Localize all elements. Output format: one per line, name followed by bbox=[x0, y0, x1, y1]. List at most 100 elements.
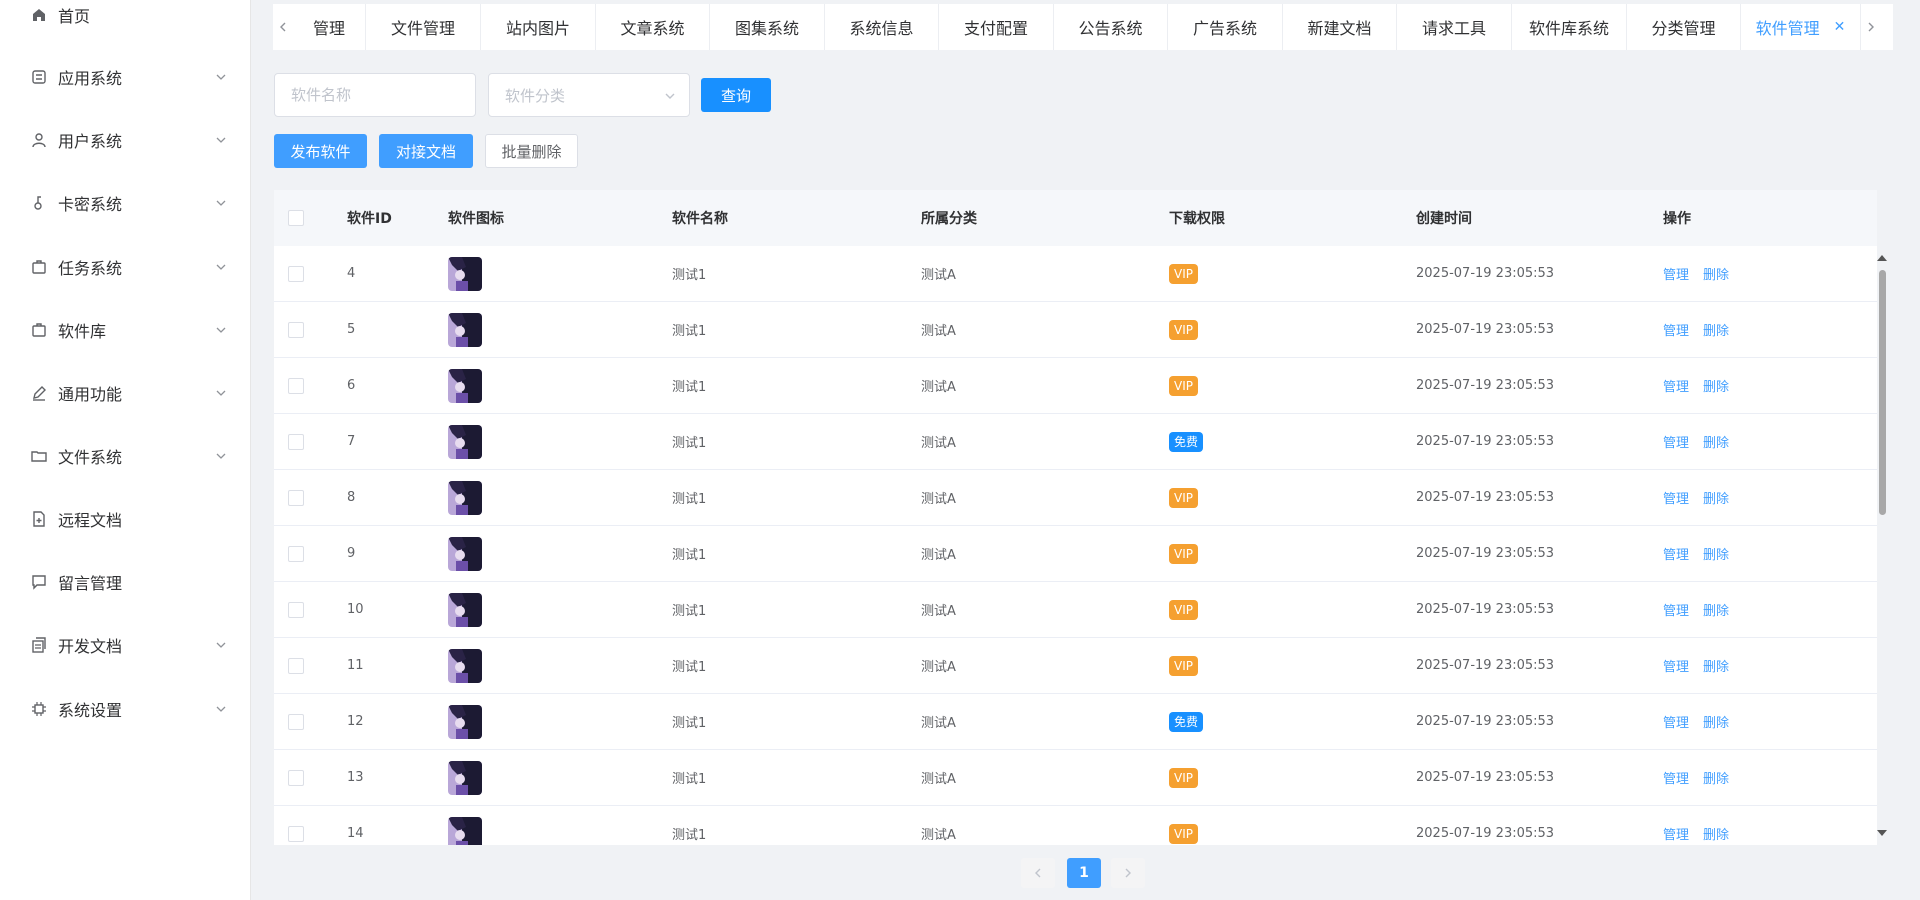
column-header: 下载权限 bbox=[1169, 211, 1225, 227]
scroll-down-icon[interactable] bbox=[1877, 830, 1887, 836]
row-checkbox[interactable] bbox=[288, 713, 304, 730]
table-scrollbar[interactable] bbox=[1876, 250, 1887, 842]
delete-link[interactable]: 删除 bbox=[1703, 824, 1729, 843]
sidebar-item-9[interactable]: 留言管理 bbox=[0, 560, 251, 604]
tab-0[interactable]: 管理 bbox=[293, 4, 366, 50]
manage-link[interactable]: 管理 bbox=[1663, 768, 1689, 787]
row-checkbox[interactable] bbox=[288, 769, 304, 786]
scrollbar-thumb[interactable] bbox=[1879, 270, 1886, 515]
permission-badge: VIP bbox=[1169, 599, 1198, 620]
software-name-input[interactable] bbox=[274, 73, 476, 117]
permission-badge: VIP bbox=[1169, 767, 1198, 788]
sidebar-item-7[interactable]: 文件系统 bbox=[0, 434, 251, 478]
delete-link[interactable]: 删除 bbox=[1703, 488, 1729, 507]
manage-link[interactable]: 管理 bbox=[1663, 712, 1689, 731]
tab-1[interactable]: 文件管理 bbox=[366, 4, 481, 50]
publish-software-button[interactable]: 发布软件 bbox=[274, 134, 367, 168]
sidebar-item-11[interactable]: 系统设置 bbox=[0, 687, 251, 731]
row-checkbox[interactable] bbox=[288, 601, 304, 618]
created-time: 2025-07-19 23:05:53 bbox=[1416, 490, 1555, 505]
sidebar-item-3[interactable]: 卡密系统 bbox=[0, 181, 251, 225]
tab-3[interactable]: 文章系统 bbox=[596, 4, 710, 50]
permission-badge: VIP bbox=[1169, 319, 1198, 340]
row-checkbox[interactable] bbox=[288, 545, 304, 562]
scroll-up-icon[interactable] bbox=[1877, 255, 1887, 261]
row-actions: 管理 删除 bbox=[1663, 582, 1743, 637]
row-checkbox[interactable] bbox=[288, 825, 304, 842]
sidebar-item-5[interactable]: 软件库 bbox=[0, 308, 251, 352]
created-time: 2025-07-19 23:05:53 bbox=[1416, 658, 1555, 673]
prev-page-button[interactable] bbox=[1021, 858, 1055, 888]
manage-link[interactable]: 管理 bbox=[1663, 376, 1689, 395]
sidebar-item-1[interactable]: 应用系统 bbox=[0, 55, 251, 99]
delete-link[interactable]: 删除 bbox=[1703, 768, 1729, 787]
row-checkbox[interactable] bbox=[288, 265, 304, 282]
manage-link[interactable]: 管理 bbox=[1663, 600, 1689, 619]
row-checkbox-cell bbox=[288, 526, 304, 581]
tab-2[interactable]: 站内图片 bbox=[481, 4, 596, 50]
delete-link[interactable]: 删除 bbox=[1703, 544, 1729, 563]
delete-link[interactable]: 删除 bbox=[1703, 656, 1729, 675]
row-checkbox-cell bbox=[288, 414, 304, 469]
row-checkbox[interactable] bbox=[288, 377, 304, 394]
permission-cell: VIP bbox=[1169, 806, 1198, 845]
table-row: 5 测试1 测试A VIP 2025-07-19 23:05:53 管理 删除 bbox=[274, 302, 1877, 358]
tab-4[interactable]: 图集系统 bbox=[710, 4, 825, 50]
page-number-current[interactable]: 1 bbox=[1067, 858, 1101, 888]
sidebar-item-2[interactable]: 用户系统 bbox=[0, 118, 251, 162]
select-all-checkbox[interactable] bbox=[288, 210, 304, 226]
sidebar-item-8[interactable]: 远程文档 bbox=[0, 497, 251, 541]
sidebar-item-10[interactable]: 开发文档 bbox=[0, 623, 251, 667]
tabs-scroll-right[interactable] bbox=[1861, 4, 1881, 50]
manage-link[interactable]: 管理 bbox=[1663, 656, 1689, 675]
chevron-down-icon bbox=[216, 137, 226, 143]
delete-link[interactable]: 删除 bbox=[1703, 264, 1729, 283]
api-docs-button[interactable]: 对接文档 bbox=[379, 134, 473, 168]
manage-link[interactable]: 管理 bbox=[1663, 824, 1689, 843]
row-checkbox[interactable] bbox=[288, 321, 304, 338]
tabs-scroll-left[interactable] bbox=[273, 4, 293, 50]
delete-link[interactable]: 删除 bbox=[1703, 712, 1729, 731]
delete-link[interactable]: 删除 bbox=[1703, 432, 1729, 451]
row-actions: 管理 删除 bbox=[1663, 358, 1743, 413]
permission-cell: VIP bbox=[1169, 470, 1198, 525]
sidebar-item-4[interactable]: 任务系统 bbox=[0, 245, 251, 289]
software-icon-cell bbox=[448, 246, 482, 301]
software-icon-cell bbox=[448, 638, 482, 693]
tab-5[interactable]: 系统信息 bbox=[825, 4, 939, 50]
delete-link[interactable]: 删除 bbox=[1703, 600, 1729, 619]
tab-9[interactable]: 新建文档 bbox=[1283, 4, 1397, 50]
row-checkbox[interactable] bbox=[288, 657, 304, 674]
tab-11[interactable]: 软件库系统 bbox=[1512, 4, 1627, 50]
tab-7[interactable]: 公告系统 bbox=[1054, 4, 1168, 50]
software-id: 10 bbox=[347, 602, 364, 617]
software-category-select[interactable]: 软件分类 bbox=[488, 73, 690, 117]
query-button[interactable]: 查询 bbox=[701, 78, 771, 112]
batch-delete-button[interactable]: 批量删除 bbox=[485, 134, 578, 168]
tab-12[interactable]: 分类管理 bbox=[1627, 4, 1741, 50]
chevron-down-icon bbox=[216, 453, 226, 459]
next-page-button[interactable] bbox=[1111, 858, 1145, 888]
manage-link[interactable]: 管理 bbox=[1663, 320, 1689, 339]
tab-13[interactable]: 软件管理 ✕ bbox=[1741, 4, 1861, 50]
manage-link[interactable]: 管理 bbox=[1663, 488, 1689, 507]
software-icon bbox=[30, 321, 48, 339]
row-checkbox[interactable] bbox=[288, 433, 304, 450]
tab-8[interactable]: 广告系统 bbox=[1168, 4, 1283, 50]
permission-cell: VIP bbox=[1169, 526, 1198, 581]
row-checkbox[interactable] bbox=[288, 489, 304, 506]
manage-link[interactable]: 管理 bbox=[1663, 544, 1689, 563]
close-icon[interactable]: ✕ bbox=[1834, 19, 1846, 35]
chevron-down-icon bbox=[216, 264, 226, 270]
software-category: 测试A bbox=[921, 436, 956, 451]
delete-link[interactable]: 删除 bbox=[1703, 320, 1729, 339]
sidebar-item-0[interactable]: 首页 bbox=[0, 0, 251, 37]
table-row: 13 测试1 测试A VIP 2025-07-19 23:05:53 管理 删除 bbox=[274, 750, 1877, 806]
sidebar-item-6[interactable]: 通用功能 bbox=[0, 371, 251, 415]
tab-label: 广告系统 bbox=[1192, 19, 1257, 38]
manage-link[interactable]: 管理 bbox=[1663, 264, 1689, 283]
tab-6[interactable]: 支付配置 bbox=[939, 4, 1054, 50]
manage-link[interactable]: 管理 bbox=[1663, 432, 1689, 451]
tab-10[interactable]: 请求工具 bbox=[1397, 4, 1512, 50]
delete-link[interactable]: 删除 bbox=[1703, 376, 1729, 395]
